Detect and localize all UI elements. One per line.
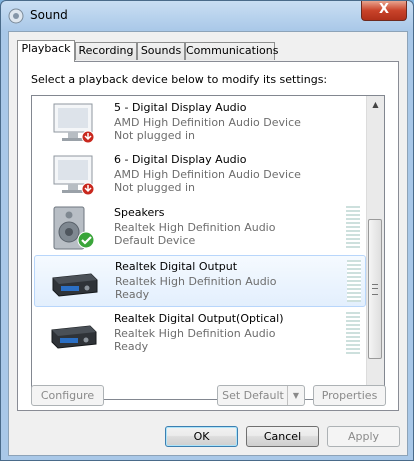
device-list[interactable]: 5 - Digital Display Audio AMD High Defin… bbox=[31, 95, 385, 400]
receiver-icon bbox=[51, 325, 97, 349]
device-name: Realtek Digital Output bbox=[115, 260, 238, 273]
device-name: 5 - Digital Display Audio bbox=[114, 101, 247, 114]
volume-meter bbox=[347, 260, 361, 302]
device-name: Speakers bbox=[114, 206, 165, 219]
instructions-label: Select a playback device below to modify… bbox=[31, 73, 328, 86]
apply-button[interactable]: Apply bbox=[327, 426, 400, 447]
device-name: Realtek Digital Output(Optical) bbox=[114, 312, 284, 325]
tab-sounds[interactable]: Sounds bbox=[137, 42, 185, 60]
device-driver: AMD High Definition Audio Device bbox=[114, 116, 301, 129]
device-driver: Realtek High Definition Audio bbox=[114, 327, 276, 340]
volume-meter bbox=[346, 206, 360, 248]
device-status: Ready bbox=[115, 288, 150, 301]
tab-playback[interactable]: Playback bbox=[17, 40, 75, 62]
dialog-client-area: Playback Recording Sounds Communications… bbox=[8, 31, 408, 456]
chevron-down-icon[interactable]: ▼ bbox=[287, 386, 304, 405]
device-status: Default Device bbox=[114, 234, 196, 247]
configure-button[interactable]: Configure bbox=[31, 385, 104, 406]
device-status: Ready bbox=[114, 340, 149, 353]
device-item-selected[interactable]: Realtek Digital Output Realtek High Defi… bbox=[34, 255, 366, 307]
speaker-icon bbox=[53, 206, 95, 250]
cancel-button[interactable]: Cancel bbox=[246, 426, 319, 447]
device-item[interactable]: Realtek Digital Output(Optical) Realtek … bbox=[34, 308, 364, 358]
device-item[interactable]: Speakers Realtek High Definition Audio D… bbox=[34, 202, 364, 252]
device-driver: Realtek High Definition Audio bbox=[115, 275, 277, 288]
playback-panel: Select a playback device below to modify… bbox=[17, 61, 399, 411]
device-status: Not plugged in bbox=[114, 181, 196, 194]
close-icon: X bbox=[378, 2, 390, 17]
title-bar[interactable]: Sound X bbox=[1, 1, 413, 31]
monitor-icon bbox=[53, 155, 95, 196]
speaker-app-icon bbox=[8, 8, 24, 24]
ok-button[interactable]: OK bbox=[165, 426, 238, 447]
device-driver: Realtek High Definition Audio bbox=[114, 221, 276, 234]
set-default-label: Set Default bbox=[222, 389, 284, 402]
device-item[interactable]: 6 - Digital Display Audio AMD High Defin… bbox=[34, 149, 364, 199]
tab-communications[interactable]: Communications bbox=[185, 42, 278, 60]
receiver-icon bbox=[52, 273, 98, 297]
set-default-button[interactable]: Set Default ▼ bbox=[217, 385, 305, 406]
properties-button[interactable]: Properties bbox=[313, 385, 386, 406]
device-driver: AMD High Definition Audio Device bbox=[114, 168, 301, 181]
tab-recording[interactable]: Recording bbox=[75, 42, 137, 60]
device-status: Not plugged in bbox=[114, 129, 196, 142]
volume-meter bbox=[346, 312, 360, 354]
scroll-up-icon[interactable]: ▲ bbox=[367, 96, 384, 113]
default-check-icon bbox=[77, 231, 95, 249]
monitor-icon bbox=[53, 103, 95, 144]
close-button[interactable]: X bbox=[361, 1, 407, 21]
window-title: Sound bbox=[30, 8, 68, 22]
device-item[interactable]: 5 - Digital Display Audio AMD High Defin… bbox=[34, 97, 364, 147]
sound-dialog: Sound X Playback Recording Sounds Commun… bbox=[0, 0, 414, 461]
scrollbar-thumb[interactable] bbox=[368, 219, 382, 359]
list-scrollbar[interactable]: ▲ ▼ bbox=[366, 96, 384, 399]
device-name: 6 - Digital Display Audio bbox=[114, 153, 247, 166]
